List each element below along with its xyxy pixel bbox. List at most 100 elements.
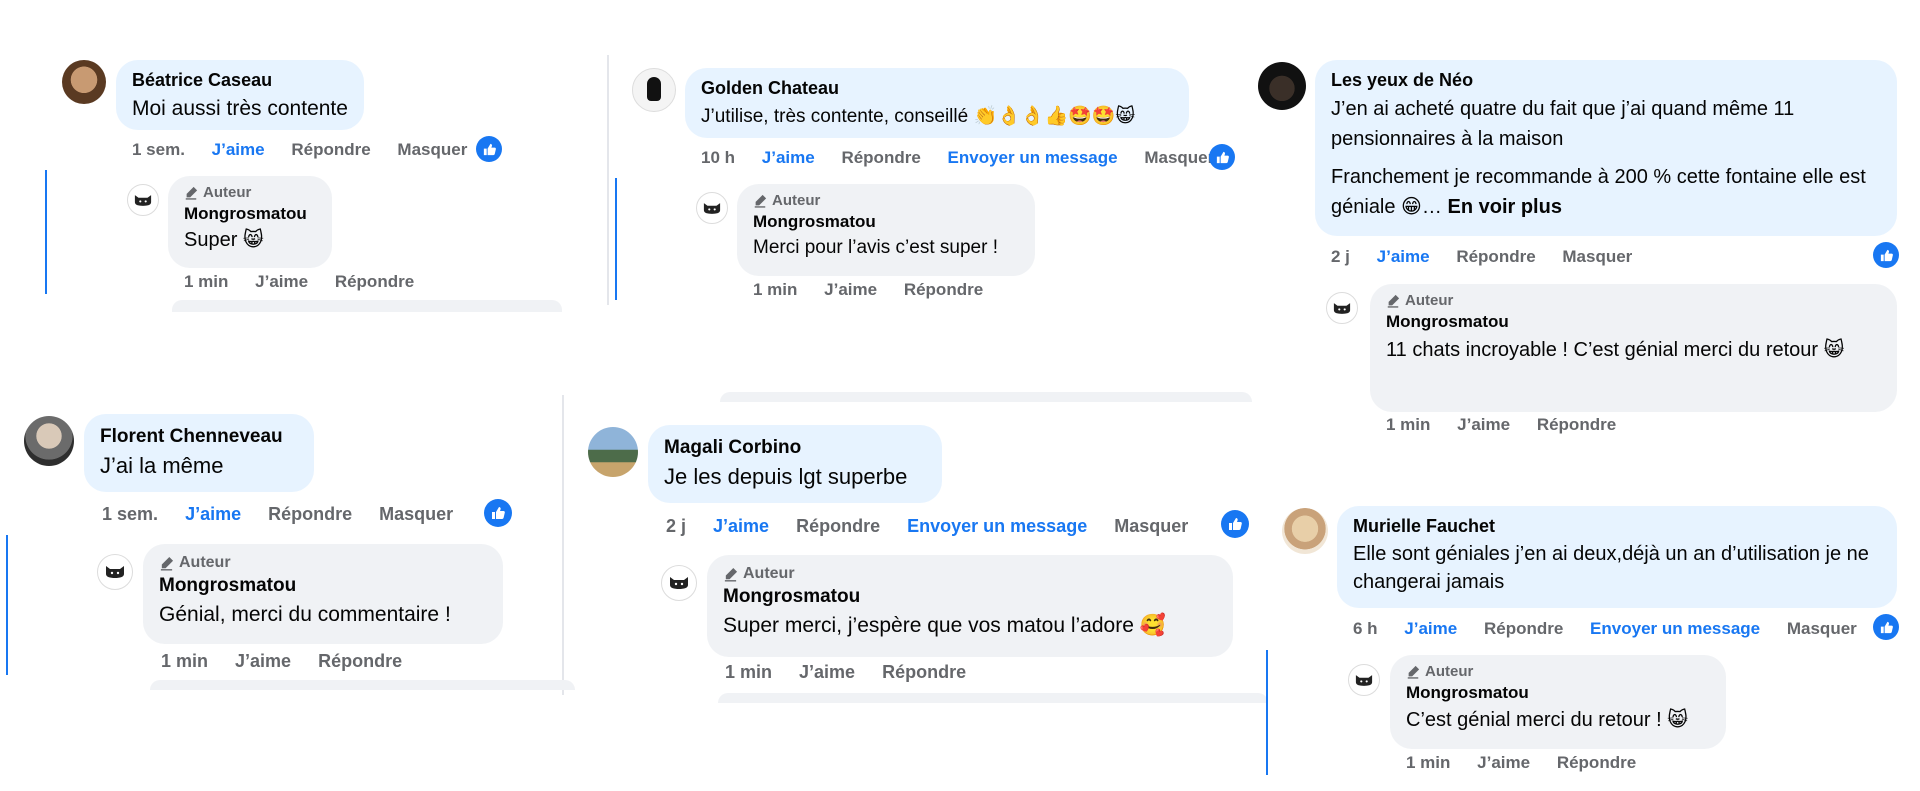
- reply-button[interactable]: Répondre: [268, 504, 352, 524]
- like-reaction-icon[interactable]: [484, 499, 512, 527]
- reply-time[interactable]: 1 min: [1386, 415, 1430, 434]
- comment-bubble: Béatrice Caseau Moi aussi très contente: [116, 60, 364, 130]
- author-badge: Auteur: [723, 565, 1217, 583]
- avatar[interactable]: [24, 416, 74, 466]
- reply-time[interactable]: 1 min: [161, 651, 208, 671]
- reply-time[interactable]: 1 min: [725, 662, 772, 682]
- author-badge: Auteur: [1406, 663, 1710, 680]
- comment-bubble: Florent Chenneveau J’ai la même: [84, 414, 314, 492]
- reply-reply-button[interactable]: Répondre: [335, 272, 414, 291]
- reply-button[interactable]: Répondre: [291, 140, 370, 159]
- reply-like-button[interactable]: J’aime: [235, 651, 291, 671]
- reply-like-button[interactable]: J’aime: [824, 280, 877, 299]
- reply-like-button[interactable]: J’aime: [1477, 753, 1530, 772]
- comment-actions: 1 sem. J’aime Répondre Masquer: [132, 140, 489, 160]
- comment-actions: 1 sem. J’aime Répondre Masquer: [102, 504, 475, 525]
- reply-actions: 1 min J’aime Répondre: [161, 651, 424, 672]
- reply-time[interactable]: 1 min: [753, 280, 797, 299]
- hide-button[interactable]: Masquer: [397, 140, 467, 159]
- like-reaction-icon[interactable]: [1873, 242, 1899, 268]
- avatar[interactable]: [1258, 62, 1306, 110]
- like-reaction-icon[interactable]: [1221, 510, 1249, 538]
- see-more-link[interactable]: En voir plus: [1447, 196, 1561, 218]
- reply-time[interactable]: 1 min: [1406, 753, 1450, 772]
- comment-time[interactable]: 6 h: [1353, 619, 1378, 638]
- reply-bubble: Auteur Mongrosmatou Génial, merci du com…: [143, 544, 503, 644]
- comment-text: Je les depuis lgt superbe: [664, 464, 908, 489]
- page-avatar[interactable]: [127, 184, 159, 216]
- reply-like-button[interactable]: J’aime: [1457, 415, 1510, 434]
- send-message-button[interactable]: Envoyer un message: [948, 148, 1118, 167]
- comment-author[interactable]: Les yeux de Néo: [1331, 70, 1881, 91]
- comment-text: J’en ai acheté quatre du fait que j’ai q…: [1331, 98, 1795, 150]
- reply-reply-button[interactable]: Répondre: [904, 280, 983, 299]
- reply-text: Super merci, j’espère que vos matou l’ad…: [723, 614, 1166, 637]
- comment-time[interactable]: 2 j: [666, 516, 686, 536]
- reply-author[interactable]: Mongrosmatou: [753, 212, 1019, 232]
- comment-actions: 2 j J’aime Répondre Masquer: [1331, 247, 1654, 267]
- page-avatar[interactable]: [1326, 292, 1358, 324]
- comment-author[interactable]: Magali Corbino: [664, 437, 926, 459]
- reply-author[interactable]: Mongrosmatou: [159, 575, 487, 597]
- thread-line: [615, 178, 617, 300]
- author-badge: Auteur: [753, 192, 1019, 209]
- comment-text: Elle sont géniales j’en ai deux,déjà un …: [1353, 543, 1869, 593]
- reply-button[interactable]: Répondre: [796, 516, 880, 536]
- reply-time[interactable]: 1 min: [184, 272, 228, 291]
- comment-author[interactable]: Florent Chenneveau: [100, 426, 298, 448]
- page-avatar[interactable]: [1348, 664, 1380, 696]
- comment-author[interactable]: Golden Chateau: [701, 78, 1173, 99]
- hide-button[interactable]: Masquer: [1562, 247, 1632, 266]
- reply-reply-button[interactable]: Répondre: [882, 662, 966, 682]
- comment-time[interactable]: 1 sem.: [132, 140, 185, 159]
- reply-like-button[interactable]: J’aime: [799, 662, 855, 682]
- avatar[interactable]: [632, 68, 676, 112]
- send-message-button[interactable]: Envoyer un message: [907, 516, 1087, 536]
- comment-bubble: Murielle Fauchet Elle sont géniales j’en…: [1337, 506, 1897, 608]
- reply-button[interactable]: Répondre: [1456, 247, 1535, 266]
- comment-author[interactable]: Béatrice Caseau: [132, 70, 348, 91]
- comment-bubble: Magali Corbino Je les depuis lgt superbe: [648, 425, 942, 503]
- reply-author[interactable]: Mongrosmatou: [723, 586, 1217, 608]
- comment-author[interactable]: Murielle Fauchet: [1353, 516, 1881, 537]
- reply-reply-button[interactable]: Répondre: [1537, 415, 1616, 434]
- page-avatar[interactable]: [696, 192, 728, 224]
- page-avatar[interactable]: [97, 554, 133, 590]
- like-button[interactable]: J’aime: [1377, 247, 1430, 266]
- hide-button[interactable]: Masquer: [379, 504, 453, 524]
- avatar[interactable]: [588, 427, 638, 477]
- reply-button[interactable]: Répondre: [1484, 619, 1563, 638]
- comment-time[interactable]: 10 h: [701, 148, 735, 167]
- reply-bubble: Auteur Mongrosmatou Super merci, j’espèr…: [707, 555, 1233, 657]
- reply-reply-button[interactable]: Répondre: [318, 651, 402, 671]
- hide-button[interactable]: Masquer: [1787, 619, 1857, 638]
- comment-time[interactable]: 1 sem.: [102, 504, 158, 524]
- like-button[interactable]: J’aime: [1404, 619, 1457, 638]
- reply-author[interactable]: Mongrosmatou: [184, 204, 316, 224]
- like-button[interactable]: J’aime: [212, 140, 265, 159]
- send-message-button[interactable]: Envoyer un message: [1590, 619, 1760, 638]
- hide-button[interactable]: Masquer: [1144, 148, 1214, 167]
- hide-button[interactable]: Masquer: [1114, 516, 1188, 536]
- reply-like-button[interactable]: J’aime: [255, 272, 308, 291]
- reply-author[interactable]: Mongrosmatou: [1386, 312, 1881, 332]
- like-reaction-icon[interactable]: [476, 136, 502, 162]
- like-button[interactable]: J’aime: [713, 516, 769, 536]
- page-avatar[interactable]: [661, 565, 697, 601]
- like-button[interactable]: J’aime: [185, 504, 241, 524]
- avatar[interactable]: [1282, 508, 1328, 554]
- pen-icon: [1386, 294, 1400, 308]
- next-reply-stub: [718, 693, 1268, 703]
- like-reaction-icon[interactable]: [1209, 144, 1235, 170]
- reply-actions: 1 min J’aime Répondre: [753, 280, 1005, 300]
- like-reaction-icon[interactable]: [1873, 614, 1899, 640]
- reply-actions: 1 min J’aime Répondre: [184, 272, 436, 292]
- reply-text: 11 chats incroyable ! C’est génial merci…: [1386, 339, 1845, 361]
- reply-button[interactable]: Répondre: [841, 148, 920, 167]
- reply-author[interactable]: Mongrosmatou: [1406, 683, 1710, 703]
- comment-time[interactable]: 2 j: [1331, 247, 1350, 266]
- thread-line: [45, 170, 47, 294]
- avatar[interactable]: [62, 60, 106, 104]
- like-button[interactable]: J’aime: [762, 148, 815, 167]
- reply-reply-button[interactable]: Répondre: [1557, 753, 1636, 772]
